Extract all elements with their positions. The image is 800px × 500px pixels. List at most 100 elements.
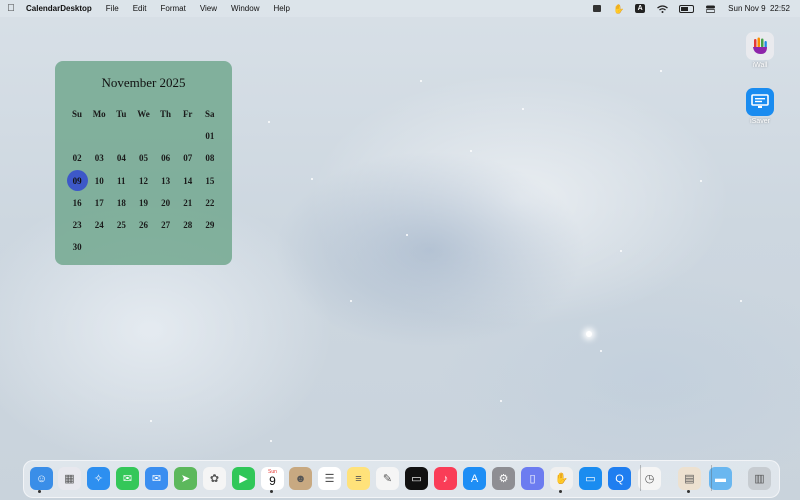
calendar-day[interactable]: 04	[110, 147, 132, 169]
safari-icon[interactable]: ✧	[87, 467, 110, 490]
calendar-day[interactable]: 15	[199, 170, 221, 192]
music-icon[interactable]: ♪	[434, 467, 457, 490]
hand-icon[interactable]: ✋	[613, 4, 624, 13]
notes-icon[interactable]: ≡	[347, 467, 370, 490]
bright-star	[586, 331, 592, 337]
calendar-day-empty	[155, 236, 177, 258]
dock: ☺ ▦ ✧ ✉ ✉ ➤ ✿ ▶ Sun 9 ☻ ☰ ≡ ✎ ▭ ♪ A ⚙ ▯ ✋ ▭ Q ◷ ▤ ▬ ▥	[23, 460, 780, 498]
app-store-icon[interactable]: A	[463, 467, 486, 490]
freeform-icon[interactable]: ✎	[376, 467, 399, 490]
app-menu[interactable]: CalendarDesktop	[26, 4, 92, 13]
contacts-icon[interactable]: ☻	[289, 467, 312, 490]
dock-separator	[711, 465, 712, 491]
calendar-icon-day: 9	[269, 474, 276, 488]
star	[660, 70, 662, 72]
quicktime-icon[interactable]: Q	[608, 467, 631, 490]
calendar-day[interactable]: 13	[155, 170, 177, 192]
calendar-day[interactable]: 18	[110, 192, 132, 214]
calendar-day[interactable]: 10	[88, 170, 110, 192]
weekday-header: Th	[160, 109, 172, 120]
calendar-day-today[interactable]: 09	[66, 170, 88, 192]
calendar-day[interactable]: 11	[110, 170, 132, 192]
calendar-day[interactable]: 16	[66, 192, 88, 214]
star	[620, 250, 622, 252]
card-icon[interactable]	[593, 5, 602, 12]
calendar-day[interactable]: 27	[155, 214, 177, 236]
calendar-day-empty	[88, 125, 110, 147]
star	[740, 300, 742, 302]
calendar-day[interactable]: 24	[88, 214, 110, 236]
menu-edit[interactable]: Edit	[133, 4, 147, 13]
calendar-day[interactable]: 29	[199, 214, 221, 236]
menu-format[interactable]: Format	[160, 4, 185, 13]
tv-icon[interactable]: ▭	[405, 467, 428, 490]
maps-icon[interactable]: ➤	[174, 467, 197, 490]
launchpad-icon[interactable]: ▦	[58, 467, 81, 490]
calendar-day-empty	[177, 125, 199, 147]
desktop-icon-label: iSaver	[750, 118, 770, 125]
calendar-widget[interactable]: November 2025 Su Mo Tu We Th Fr Sa 01 02 03 04 05 06…	[55, 61, 232, 265]
downloads-folder-icon[interactable]: ▬	[709, 467, 732, 490]
menu-file[interactable]: File	[106, 4, 119, 13]
input-source-icon[interactable]: A	[635, 4, 646, 13]
menu-window[interactable]: Window	[231, 4, 259, 13]
calendar-day[interactable]: 25	[110, 214, 132, 236]
menu-clock[interactable]: Sun Nov 9 22:52	[728, 4, 790, 13]
calendar-day-empty	[132, 236, 154, 258]
calendar-day[interactable]: 03	[88, 147, 110, 169]
control-center-icon[interactable]	[705, 5, 716, 13]
hand-palette-icon	[746, 32, 774, 60]
star	[406, 234, 408, 236]
calendar-day[interactable]: 02	[66, 147, 88, 169]
finder-icon[interactable]: ☺	[30, 467, 53, 490]
calendar-day[interactable]: 23	[66, 214, 88, 236]
wifi-icon[interactable]	[657, 4, 669, 13]
calendar-desktop-icon[interactable]: ▤	[678, 467, 701, 490]
star	[270, 440, 272, 442]
photos-icon[interactable]: ✿	[203, 467, 226, 490]
calendar-day[interactable]: 14	[177, 170, 199, 192]
messages-icon[interactable]: ✉	[116, 467, 139, 490]
clock-icon[interactable]: ◷	[638, 467, 661, 490]
facetime-icon[interactable]: ▶	[232, 467, 255, 490]
calendar-day[interactable]: 19	[132, 192, 154, 214]
mail-icon[interactable]: ✉	[145, 467, 168, 490]
calendar-day[interactable]: 08	[199, 147, 221, 169]
star	[420, 80, 422, 82]
iphone-mirroring-icon[interactable]: ▯	[521, 467, 544, 490]
dock-separator	[640, 465, 641, 491]
calendar-day[interactable]: 30	[66, 236, 88, 258]
calendar-day[interactable]: 17	[88, 192, 110, 214]
system-settings-icon[interactable]: ⚙	[492, 467, 515, 490]
menu-help[interactable]: Help	[273, 4, 289, 13]
calendar-day-empty	[155, 125, 177, 147]
calendar-day[interactable]: 01	[199, 125, 221, 147]
calendar-day[interactable]: 07	[177, 147, 199, 169]
star	[350, 300, 352, 302]
today-highlight: 09	[66, 170, 88, 192]
apple-menu-icon[interactable]: 	[0, 3, 22, 14]
running-indicator	[38, 490, 41, 493]
battery-icon[interactable]	[679, 4, 695, 13]
calendar-day[interactable]: 22	[199, 192, 221, 214]
calendar-day[interactable]: 28	[177, 214, 199, 236]
desktop-icon-isaver[interactable]: iSaver	[740, 88, 780, 125]
desktop-icon-iwall[interactable]: iWall	[740, 32, 780, 69]
trash-icon[interactable]: ▥	[748, 467, 771, 490]
calendar-day[interactable]: 26	[132, 214, 154, 236]
weekday-header: Mo	[92, 109, 106, 120]
calendar-day[interactable]: 20	[155, 192, 177, 214]
isaver-icon[interactable]: ▭	[579, 467, 602, 490]
calendar-day[interactable]: 06	[155, 147, 177, 169]
calendar-day-empty	[66, 125, 88, 147]
reminders-icon[interactable]: ☰	[318, 467, 341, 490]
calendar-day[interactable]: 21	[177, 192, 199, 214]
weekday-header: Su	[72, 109, 83, 120]
calendar-day[interactable]: 12	[132, 170, 154, 192]
calendar-day[interactable]: 05	[132, 147, 154, 169]
menu-view[interactable]: View	[200, 4, 217, 13]
calendar-icon[interactable]: Sun 9	[261, 467, 284, 490]
star	[500, 400, 502, 402]
iwall-icon[interactable]: ✋	[550, 467, 573, 490]
calendar-day-empty	[177, 236, 199, 258]
